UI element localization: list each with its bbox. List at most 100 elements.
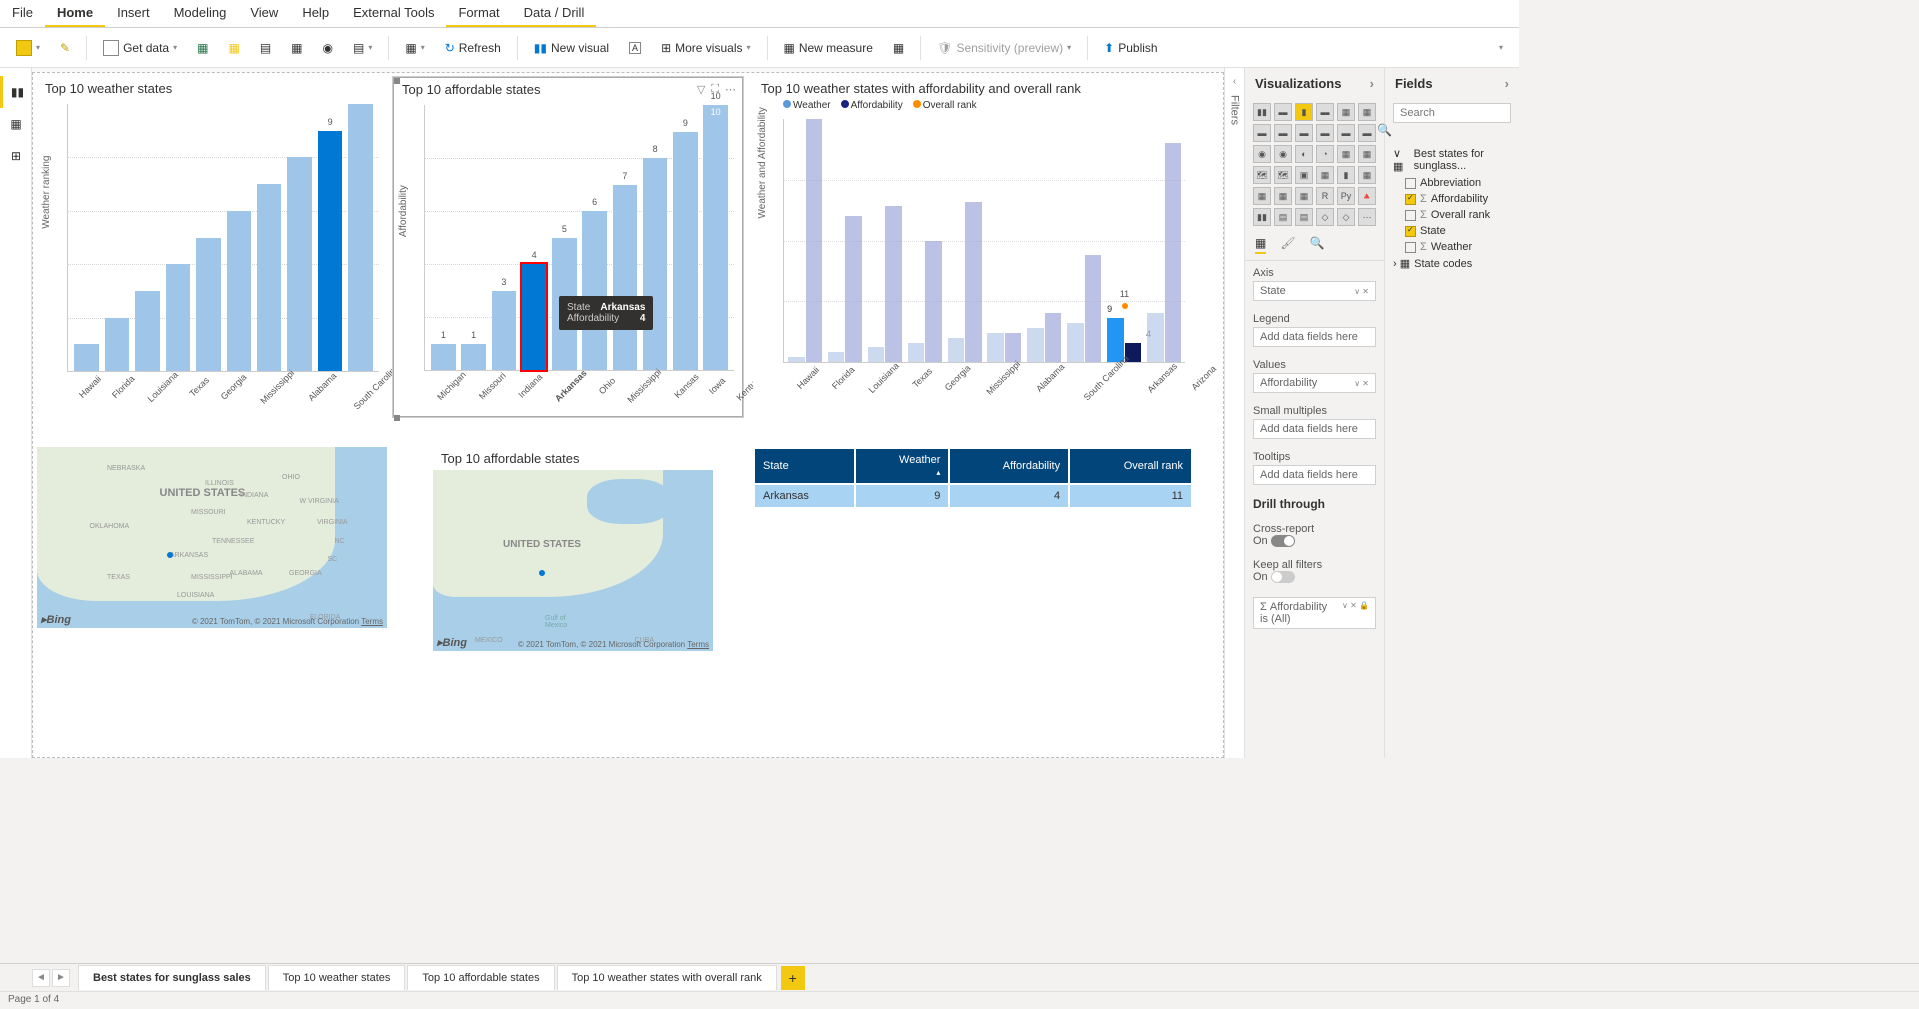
- bar-indiana[interactable]: 3: [492, 291, 516, 371]
- next-page-button[interactable]: ►: [52, 969, 70, 987]
- viz-type-13[interactable]: ◉: [1274, 145, 1292, 163]
- tab-help[interactable]: Help: [290, 0, 341, 27]
- viz-type-16[interactable]: ▦: [1337, 145, 1355, 163]
- paste-button[interactable]: ▾: [8, 36, 48, 60]
- viz-type-0[interactable]: ▮▮: [1253, 103, 1271, 121]
- refresh-button[interactable]: ↻Refresh: [437, 37, 509, 59]
- field-abbreviation[interactable]: Abbreviation: [1393, 175, 1511, 191]
- bar-arizona[interactable]: [348, 104, 372, 371]
- prev-page-button[interactable]: ◄: [32, 969, 50, 987]
- table-row[interactable]: Arkansas 9 4 11: [755, 485, 1191, 507]
- table-node[interactable]: › ▦State codes: [1393, 255, 1511, 272]
- model-view-button[interactable]: ⊞: [0, 140, 32, 172]
- viz-type-15[interactable]: ◔: [1316, 145, 1334, 163]
- bar-group-arkansas[interactable]: 94: [1107, 119, 1141, 362]
- col-state[interactable]: State: [755, 449, 854, 483]
- viz-type-4[interactable]: ▦: [1337, 103, 1355, 121]
- viz-type-24[interactable]: ▦: [1253, 187, 1271, 205]
- format-tab-icon[interactable]: 🖌: [1280, 236, 1295, 254]
- more-icon[interactable]: ⋯: [725, 83, 736, 96]
- viz-type-32[interactable]: ▤: [1295, 208, 1313, 226]
- chevron-right-icon[interactable]: ›: [1370, 76, 1374, 91]
- tab-view[interactable]: View: [238, 0, 290, 27]
- viz-type-21[interactable]: ▦: [1316, 166, 1334, 184]
- visual-map-2[interactable]: Top 10 affordable states UNITED STATES G…: [433, 447, 713, 652]
- tab-home[interactable]: Home: [45, 0, 105, 27]
- viz-type-34[interactable]: ◇: [1337, 208, 1355, 226]
- bar-group-texas[interactable]: [908, 119, 942, 362]
- tooltips-well[interactable]: Add data fields here: [1253, 465, 1376, 485]
- drill-filter-well[interactable]: Σ Affordability∨ ✕ 🔒 is (All): [1253, 597, 1376, 629]
- bar-group-georgia[interactable]: [948, 119, 982, 362]
- field-weather[interactable]: ΣWeather: [1393, 239, 1511, 255]
- report-canvas[interactable]: Top 10 weather states Weather ranking 9 …: [32, 72, 1224, 758]
- viz-type-7[interactable]: ▬: [1274, 124, 1292, 142]
- bar-missouri[interactable]: 1: [461, 344, 485, 371]
- quick-measure-button[interactable]: ▦: [885, 37, 912, 59]
- bar-georgia[interactable]: [196, 238, 220, 372]
- visual-affordable-bar[interactable]: Top 10 affordable states ▽ ⛶ ⋯ Affordabi…: [393, 77, 743, 417]
- viz-type-28[interactable]: Py: [1337, 187, 1355, 205]
- bar-alabama[interactable]: 1010: [703, 105, 727, 370]
- field-overall-rank[interactable]: ΣOverall rank: [1393, 207, 1511, 223]
- field-affordability[interactable]: ΣAffordability: [1393, 191, 1511, 207]
- filter-icon[interactable]: ▽: [697, 83, 705, 96]
- axis-field-well[interactable]: State∨ ✕: [1253, 281, 1376, 301]
- page-tab[interactable]: Top 10 weather states: [268, 965, 406, 990]
- values-field-well[interactable]: Affordability∨ ✕: [1253, 373, 1376, 393]
- excel-source-button[interactable]: ▦: [189, 37, 216, 59]
- viz-type-2[interactable]: ▮: [1295, 103, 1313, 121]
- viz-type-9[interactable]: ▬: [1316, 124, 1334, 142]
- bar-arkansas[interactable]: 4: [522, 264, 546, 370]
- visual-map-1[interactable]: UNITED STATES NEBRASKA ILLINOIS OHIO IND…: [37, 447, 387, 652]
- viz-type-5[interactable]: ▦: [1358, 103, 1376, 121]
- chevron-right-icon[interactable]: ›: [1505, 76, 1509, 91]
- fields-tab-icon[interactable]: ▦: [1255, 236, 1266, 254]
- bar-group-florida[interactable]: [828, 119, 862, 362]
- viz-type-8[interactable]: ▬: [1295, 124, 1313, 142]
- bar-south-carolina[interactable]: [287, 157, 311, 371]
- publish-button[interactable]: ⬆Publish: [1096, 37, 1165, 59]
- viz-type-25[interactable]: ▦: [1274, 187, 1292, 205]
- keep-all-toggle[interactable]: [1271, 571, 1295, 583]
- page-tab[interactable]: Top 10 affordable states: [407, 965, 554, 990]
- bar-group-alabama[interactable]: [1027, 119, 1061, 362]
- visual-combo-bar[interactable]: Top 10 weather states with affordability…: [753, 77, 1193, 417]
- ribbon-expand-button[interactable]: ▾: [1491, 39, 1511, 56]
- bar-group-hawaii[interactable]: [788, 119, 822, 362]
- tab-format[interactable]: Format: [446, 0, 511, 27]
- bar-kentucky[interactable]: 9: [673, 132, 697, 371]
- tab-data-drill[interactable]: Data / Drill: [512, 0, 597, 27]
- add-page-button[interactable]: +: [781, 966, 805, 990]
- bar-florida[interactable]: [105, 318, 129, 371]
- sql-source-button[interactable]: ▤: [252, 37, 279, 59]
- page-tab[interactable]: Best states for sunglass sales: [78, 965, 266, 990]
- tab-file[interactable]: File: [0, 0, 45, 27]
- viz-type-17[interactable]: ▦: [1358, 145, 1376, 163]
- data-view-button[interactable]: ▦: [0, 108, 32, 140]
- viz-type-23[interactable]: ▦: [1358, 166, 1376, 184]
- bar-hawaii[interactable]: [74, 344, 98, 371]
- viz-type-3[interactable]: ▬: [1316, 103, 1334, 121]
- col-overall[interactable]: Overall rank: [1070, 449, 1191, 483]
- report-view-button[interactable]: ▮▮: [0, 76, 32, 108]
- bar-kansas[interactable]: 7: [613, 185, 637, 371]
- viz-type-27[interactable]: R: [1316, 187, 1334, 205]
- viz-type-12[interactable]: ◉: [1253, 145, 1271, 163]
- more-visuals-button[interactable]: ⊞More visuals▾: [653, 37, 758, 59]
- viz-type-29[interactable]: 🔺: [1358, 187, 1376, 205]
- filters-pane-collapsed[interactable]: ‹ Filters: [1224, 68, 1244, 758]
- visual-weather-bar[interactable]: Top 10 weather states Weather ranking 9 …: [37, 77, 387, 417]
- viz-type-14[interactable]: ◐: [1295, 145, 1313, 163]
- search-input[interactable]: [1393, 103, 1511, 123]
- bar-iowa[interactable]: 8: [643, 158, 667, 370]
- tab-external-tools[interactable]: External Tools: [341, 0, 446, 27]
- tab-modeling[interactable]: Modeling: [162, 0, 239, 27]
- viz-type-18[interactable]: 🗺: [1253, 166, 1271, 184]
- cross-report-toggle[interactable]: [1271, 535, 1295, 547]
- bar-group-south-carolina[interactable]: [1067, 119, 1101, 362]
- viz-type-20[interactable]: ▣: [1295, 166, 1313, 184]
- page-tab[interactable]: Top 10 weather states with overall rank: [557, 965, 777, 990]
- viz-type-22[interactable]: ▮: [1337, 166, 1355, 184]
- bar-michigan[interactable]: 1: [431, 344, 455, 371]
